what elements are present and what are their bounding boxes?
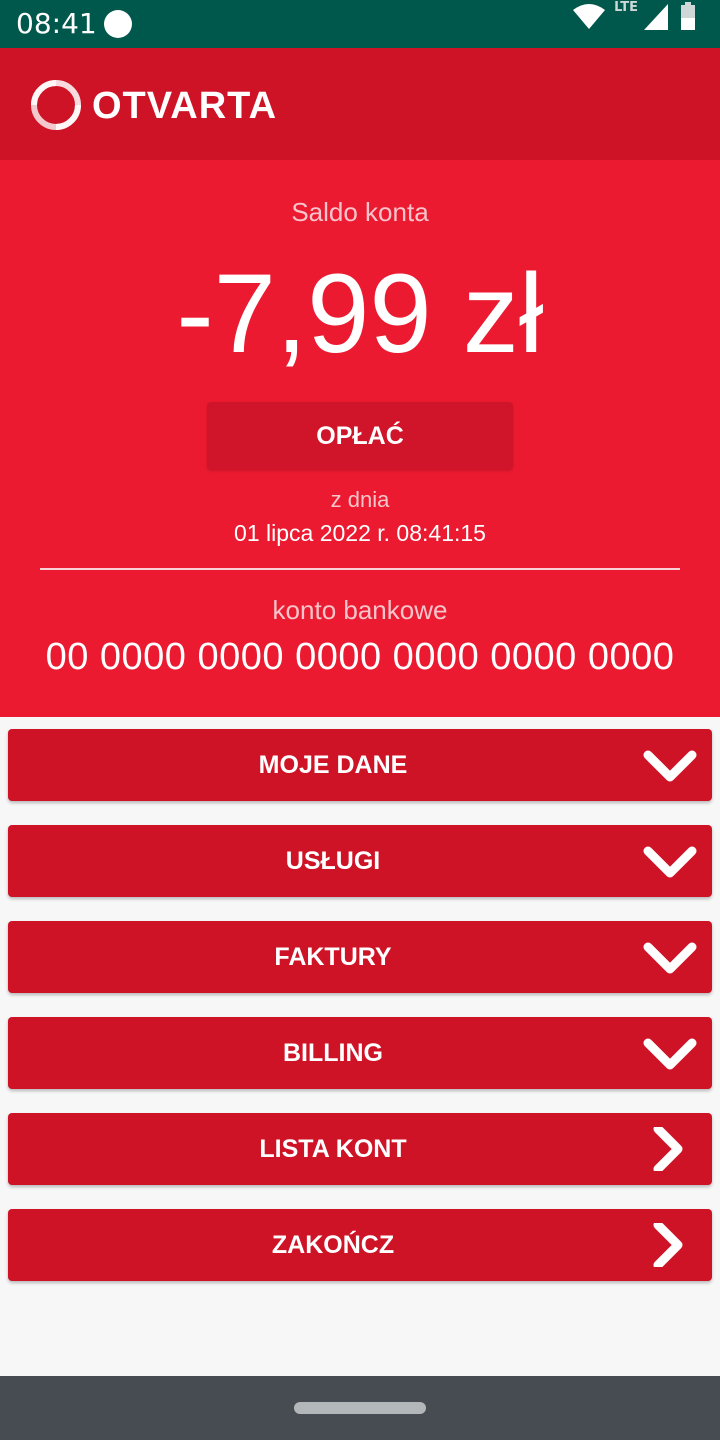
menu-item-faktury[interactable]: FAKTURY xyxy=(8,921,712,993)
otvarta-logo-icon xyxy=(31,80,81,130)
home-gesture-handle[interactable] xyxy=(294,1402,426,1414)
account-number: 00 0000 0000 0000 0000 0000 0000 xyxy=(45,636,675,678)
menu-item-billing[interactable]: BILLING xyxy=(8,1017,712,1089)
status-bar: 08:41 LTE xyxy=(0,0,720,48)
chevron-right-icon xyxy=(653,1223,683,1267)
menu-item-label: LISTA KONT xyxy=(259,1135,407,1163)
menu-item-lista-kont[interactable]: LISTA KONT xyxy=(8,1113,712,1185)
menu-item-label: ZAKOŃCZ xyxy=(271,1231,395,1259)
account-label: konto bankowe xyxy=(272,595,448,625)
divider xyxy=(40,568,680,570)
balance-label: Saldo konta xyxy=(291,197,429,227)
menu-item-moje-dane[interactable]: MOJE DANE xyxy=(8,729,712,801)
pay-button[interactable]: OPŁAĆ xyxy=(207,402,513,470)
menu-item-label: MOJE DANE xyxy=(258,751,408,779)
wifi-icon xyxy=(573,4,605,29)
chevron-right-icon xyxy=(653,1127,683,1171)
chevron-down-icon xyxy=(643,942,697,974)
menu-item-label: BILLING xyxy=(283,1039,383,1067)
balance-amount: -7,99 zł xyxy=(176,251,544,376)
menu-item-zakoncz[interactable]: ZAKOŃCZ xyxy=(8,1209,712,1281)
chevron-down-icon xyxy=(643,750,697,782)
network-type-label: LTE xyxy=(614,0,638,15)
status-time: 08:41 xyxy=(16,7,97,40)
chevron-down-icon xyxy=(643,846,697,878)
brand-name: OTVARTA xyxy=(92,85,278,127)
battery-icon xyxy=(681,2,695,30)
date-label: z dnia xyxy=(330,487,390,512)
balance-panel: Saldo konta -7,99 zł OPŁAĆ z dnia 01 lip… xyxy=(0,160,720,717)
menu-item-label: FAKTURY xyxy=(274,943,392,971)
app-header: OTVARTA xyxy=(0,48,720,160)
date-value: 01 lipca 2022 r. 08:41:15 xyxy=(234,520,486,546)
chevron-down-icon xyxy=(643,1038,697,1070)
signal-icon xyxy=(644,4,668,30)
notification-dot-icon xyxy=(104,10,132,38)
menu-item-uslugi[interactable]: USŁUGI xyxy=(8,825,712,897)
menu-item-label: USŁUGI xyxy=(285,847,381,875)
system-nav-bar xyxy=(0,1376,720,1440)
